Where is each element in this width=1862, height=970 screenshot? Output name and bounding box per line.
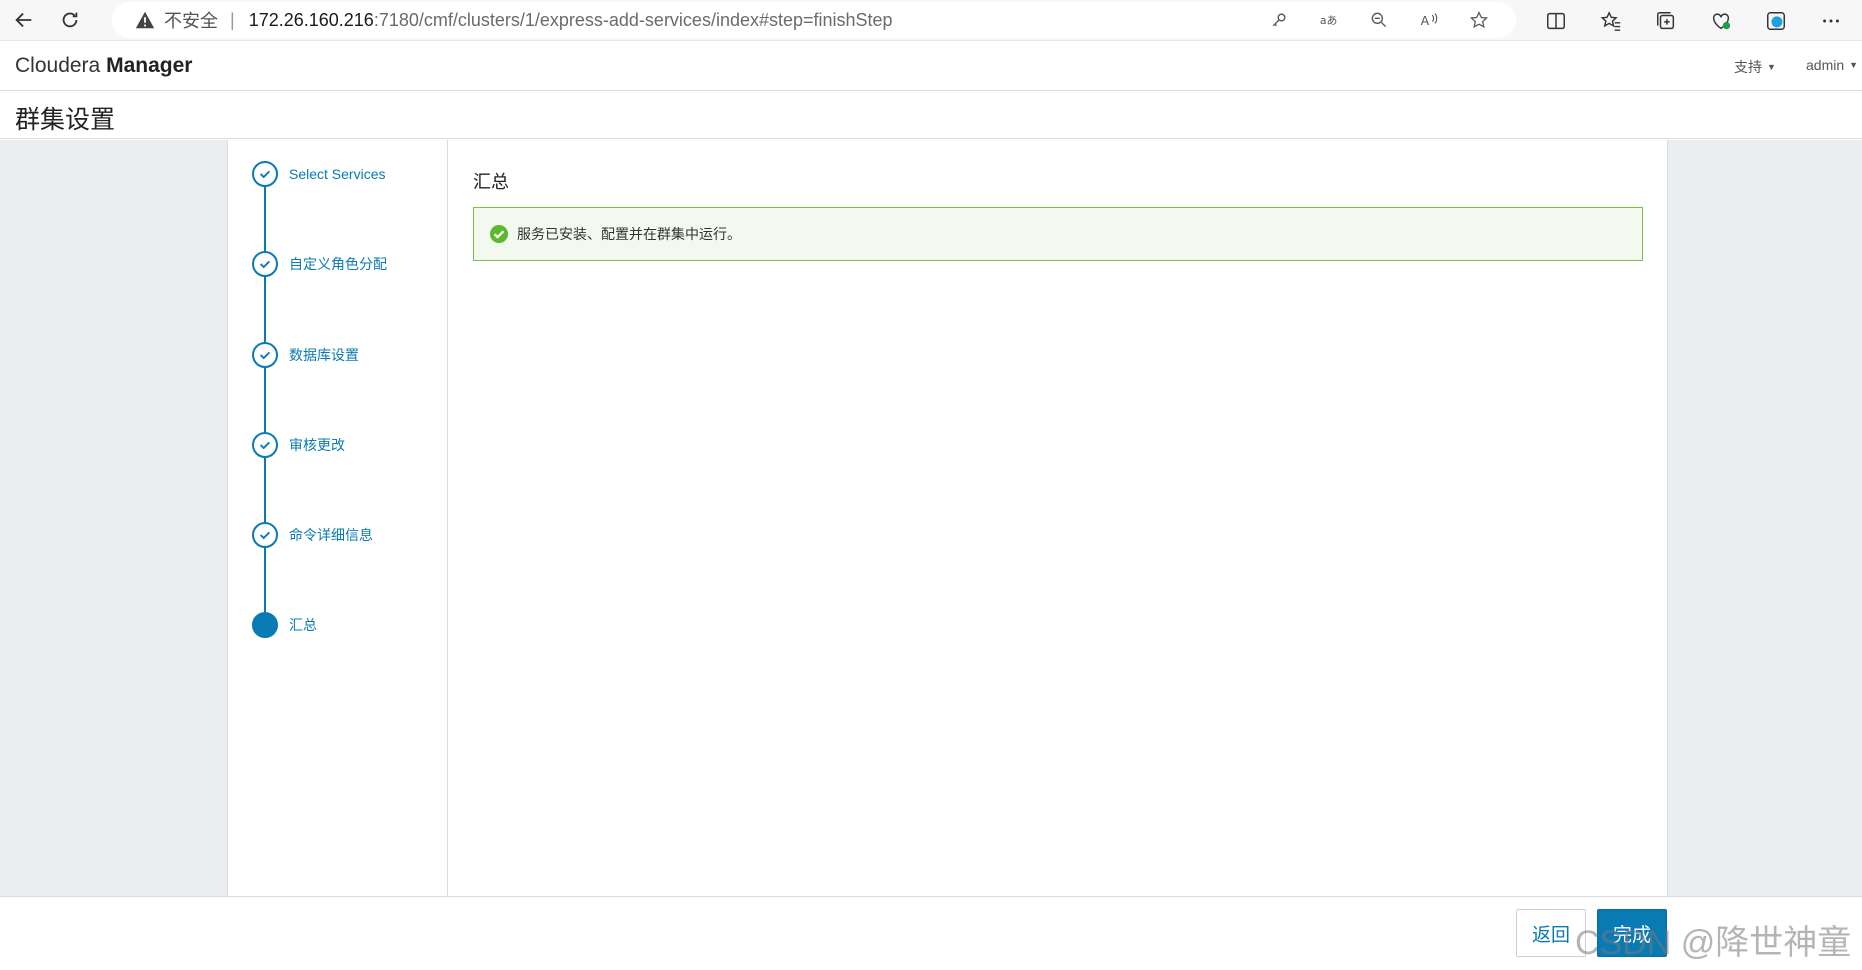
zoom-button[interactable]: [1354, 10, 1404, 30]
watermark: CSDN @降世神童: [1575, 924, 1852, 962]
section-title: 汇总: [473, 172, 509, 192]
more-icon: [1822, 19, 1839, 22]
step-command-details[interactable]: 命令详细信息: [252, 522, 373, 548]
favorite-star-icon: [1469, 11, 1489, 29]
app-header: Cloudera Manager 支持 ▼ admin ▼: [0, 42, 1862, 91]
browser-essentials-icon: [1712, 12, 1730, 29]
back-icon: [15, 12, 32, 28]
wizard-content: 汇总 服务已安装、配置并在群集中运行。: [449, 140, 1667, 896]
step-check-icon: [252, 251, 278, 277]
success-alert: 服务已安装、配置并在群集中运行。: [473, 207, 1643, 261]
brand-bold: Manager: [106, 54, 193, 77]
split-screen-icon: [1546, 12, 1565, 29]
step-label: 汇总: [289, 617, 317, 633]
step-check-icon: [252, 342, 278, 368]
step-check-icon: [252, 522, 278, 548]
svg-text:aあ: aあ: [1320, 14, 1337, 27]
split-screen-button[interactable]: [1528, 10, 1583, 32]
read-aloud-button[interactable]: A: [1404, 10, 1454, 30]
more-button[interactable]: [1803, 10, 1858, 32]
reload-button[interactable]: [50, 2, 90, 38]
favorite-button[interactable]: [1454, 10, 1504, 30]
caret-down-icon: ▼: [1767, 62, 1776, 72]
brand-logo[interactable]: Cloudera Manager: [15, 54, 192, 78]
step-label: 自定义角色分配: [289, 256, 387, 272]
collections-button[interactable]: [1638, 10, 1693, 32]
caret-down-icon: ▼: [1849, 60, 1859, 70]
step-label: 审核更改: [289, 437, 345, 453]
page-title-bar: 群集设置: [0, 92, 1862, 139]
step-check-icon: [252, 432, 278, 458]
zoom-out-icon: [1371, 12, 1387, 28]
edge-icon: [1766, 11, 1785, 30]
translate-icon: aあ: [1320, 14, 1337, 27]
wizard-footer: 返回 完成 CSDN @降世神童: [0, 896, 1862, 970]
url-host: 172.26.160.216: [248, 9, 374, 30]
step-select-services[interactable]: Select Services: [252, 161, 385, 187]
security-label[interactable]: 不安全: [164, 7, 218, 33]
page-title: 群集设置: [15, 106, 116, 134]
user-menu-label: admin: [1806, 57, 1845, 73]
collections-icon: [1656, 11, 1674, 29]
reload-icon: [62, 12, 78, 28]
step-check-icon: [252, 161, 278, 187]
step-label: Select Services: [289, 166, 386, 182]
edge-button[interactable]: [1748, 10, 1803, 32]
browser-toolbar: 不安全 | 172.26.160.216:7180/cmf/clusters/1…: [0, 0, 1862, 41]
step-summary[interactable]: 汇总: [252, 612, 317, 638]
key-icon: [1272, 13, 1286, 27]
warning-icon: [135, 11, 155, 29]
wizard-panel: Select Services 自定义角色分配 数据库设置 审核更改 命令详细信…: [227, 140, 1668, 896]
favorites-button[interactable]: [1583, 10, 1638, 32]
address-bar[interactable]: 不安全 | 172.26.160.216:7180/cmf/clusters/1…: [112, 2, 1516, 38]
back-button[interactable]: [4, 2, 44, 38]
url-separator: |: [230, 9, 235, 30]
step-label: 命令详细信息: [289, 527, 373, 543]
url-path: :7180/cmf/clusters/1/express-add-service…: [373, 9, 893, 30]
browser-extensions: [1528, 0, 1858, 41]
check-circle-icon: [490, 225, 508, 243]
svg-text:A: A: [1421, 13, 1430, 28]
read-aloud-icon: A: [1421, 12, 1438, 28]
step-active-dot-icon: [252, 612, 278, 638]
step-label: 数据库设置: [289, 347, 359, 363]
alert-message: 服务已安装、配置并在群集中运行。: [517, 226, 741, 242]
step-progress-line: [264, 174, 266, 624]
step-role-assignment[interactable]: 自定义角色分配: [252, 251, 387, 277]
address-bar-actions: aあ A: [1254, 2, 1504, 38]
browser-essentials-button[interactable]: [1693, 10, 1748, 32]
wizard-steps: Select Services 自定义角色分配 数据库设置 审核更改 命令详细信…: [228, 140, 448, 896]
password-key-button[interactable]: [1254, 10, 1304, 30]
step-database-setup[interactable]: 数据库设置: [252, 342, 359, 368]
support-menu-label: 支持: [1734, 59, 1762, 75]
user-menu[interactable]: admin ▼: [1806, 57, 1858, 73]
favorites-icon: [1600, 10, 1620, 31]
support-menu[interactable]: 支持 ▼: [1734, 57, 1776, 77]
translate-button[interactable]: aあ: [1304, 10, 1354, 30]
step-review-changes[interactable]: 审核更改: [252, 432, 345, 458]
brand-light: Cloudera: [15, 54, 101, 77]
